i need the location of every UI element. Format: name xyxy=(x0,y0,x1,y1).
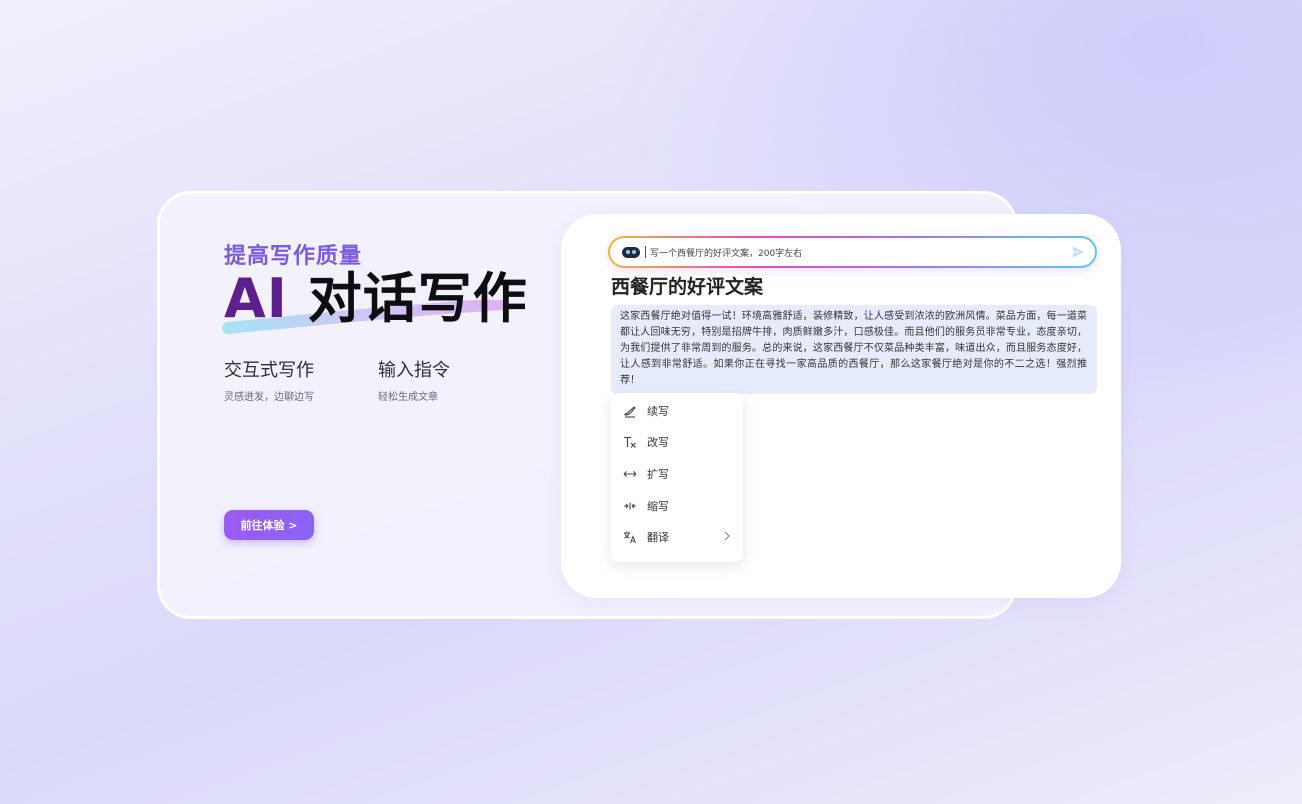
text-caret xyxy=(645,246,646,258)
translate-icon xyxy=(622,530,638,544)
menu-item-label: 翻译 xyxy=(647,531,669,545)
chevron-right-icon xyxy=(723,530,731,544)
headline-rest: 对话写作 xyxy=(307,267,528,330)
robot-icon xyxy=(622,246,640,258)
prompt-input-bar[interactable]: 写一个西餐厅的好评文案，200字左右 xyxy=(608,236,1097,268)
menu-item-continue[interactable]: 续写 xyxy=(611,395,743,427)
menu-item-rewrite[interactable]: 改写 xyxy=(611,427,743,459)
expand-icon xyxy=(622,467,638,481)
feature-input-command: 输入指令 轻松生成文章 xyxy=(378,356,450,403)
send-icon[interactable] xyxy=(1071,245,1085,259)
menu-item-translate[interactable]: 翻译 xyxy=(611,521,743,553)
menu-item-shrink[interactable]: 缩写 xyxy=(611,490,743,522)
menu-item-label: 缩写 xyxy=(647,499,669,513)
prompt-text[interactable]: 写一个西餐厅的好评文案，200字左右 xyxy=(650,246,1071,259)
document-title: 西餐厅的好评文案 xyxy=(611,276,764,298)
document-body-selected[interactable]: 这家西餐厅绝对值得一试！环境高雅舒适，装修精致，让人感受到浓浓的欧洲风情。菜品方… xyxy=(611,305,1097,394)
menu-item-label: 续写 xyxy=(647,404,669,418)
headline-ai: AI xyxy=(224,267,288,330)
feature-title: 输入指令 xyxy=(378,360,450,381)
pen-icon xyxy=(622,404,638,418)
clear-format-icon xyxy=(622,435,638,449)
feature-title: 交互式写作 xyxy=(224,360,314,381)
menu-item-label: 改写 xyxy=(647,436,669,450)
menu-item-expand[interactable]: 扩写 xyxy=(611,458,743,490)
feature-interactive-writing: 交互式写作 灵感迸发，边聊边写 xyxy=(224,356,314,403)
feature-subtitle: 灵感迸发，边聊边写 xyxy=(224,392,314,403)
feature-subtitle: 轻松生成文章 xyxy=(378,392,438,403)
menu-item-label: 扩写 xyxy=(647,467,669,481)
eyebrow-title: 提高写作质量 xyxy=(224,244,363,269)
ai-action-menu: 续写 改写 扩写 缩写 翻译 xyxy=(611,393,743,562)
hero-headline: AI 对话写作 xyxy=(224,268,528,330)
prompt-input-inner: 写一个西餐厅的好评文案，200字左右 xyxy=(610,238,1095,266)
try-now-button[interactable]: 前往体验 > xyxy=(224,510,314,540)
shrink-icon xyxy=(622,499,638,513)
